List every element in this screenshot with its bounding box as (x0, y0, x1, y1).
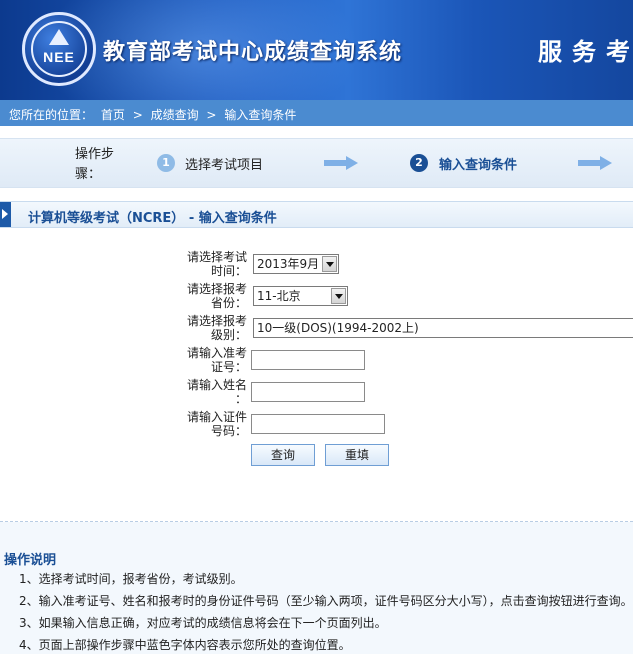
breadcrumb-current: 输入查询条件 (224, 108, 297, 122)
steps-label: 操作步骤： (75, 147, 115, 182)
step-2-number-icon: 2 (410, 154, 428, 172)
reset-button[interactable]: 重填 (325, 444, 389, 466)
chevron-down-icon[interactable] (331, 288, 346, 304)
breadcrumb-score-query-link[interactable]: 成绩查询 (151, 108, 199, 122)
level-label: 请选择报考 级别： (186, 314, 247, 342)
exam-time-label: 请选择考试 时间： (186, 250, 247, 278)
ticket-no-input[interactable] (251, 350, 365, 370)
step-1-label: 选择考试项目 (185, 158, 264, 173)
logo-text: NEE (43, 49, 75, 65)
breadcrumb-home-link[interactable]: 首页 (101, 108, 125, 122)
ticket-no-label: 请输入准考 证号： (186, 346, 247, 374)
instruction-item: 3、如果输入信息正确，对应考试的成绩信息将会在下一个页面列出。 (19, 616, 387, 630)
steps-bar: 操作步骤： 1 选择考试项目 2 输入查询条件 (0, 138, 633, 188)
level-select[interactable]: 10一级(DOS)(1994-2002上) (253, 318, 633, 338)
site-title: 教育部考试中心成绩查询系统 (103, 40, 403, 65)
level-value: 10一级(DOS)(1994-2002上) (257, 321, 419, 335)
step-1-number-icon: 1 (157, 154, 175, 172)
step-2-label: 输入查询条件 (439, 158, 518, 173)
name-input[interactable] (251, 382, 365, 402)
exam-time-select[interactable]: 2013年9月 (253, 254, 339, 274)
breadcrumb: 您所在的位置： 首页 > 成绩查询 > 输入查询条件 (0, 100, 633, 126)
province-value: 11-北京 (257, 289, 301, 303)
instruction-item: 1、选择考试时间，报考省份，考试级别。 (19, 572, 243, 586)
logo-triangle-icon (49, 29, 69, 45)
nee-logo: NEE (22, 12, 96, 86)
instructions-title: 操作说明 (4, 553, 57, 568)
instruction-item: 4、页面上部操作步骤中蓝色字体内容表示您所处的查询位置。 (19, 638, 351, 652)
province-select[interactable]: 11-北京 (253, 286, 348, 306)
chevron-down-icon[interactable] (322, 256, 337, 272)
breadcrumb-prefix: 您所在的位置： (9, 108, 94, 122)
instructions-panel: 操作说明 1、选择考试时间，报考省份，考试级别。 2、输入准考证号、姓名和报考时… (0, 522, 633, 654)
breadcrumb-separator: > (132, 108, 143, 122)
province-label: 请选择报考 省份： (186, 282, 247, 310)
header-banner: NEE 教育部考试中心成绩查询系统 服务考 (0, 0, 633, 100)
step-arrow-icon (324, 156, 358, 170)
name-label: 请输入姓名 ： (186, 378, 247, 406)
instruction-item: 2、输入准考证号、姓名和报考时的身份证件号码（至少输入两项，证件号码区分大小写）… (19, 594, 633, 608)
id-no-input[interactable] (251, 414, 385, 434)
service-text: 服务考 (538, 38, 633, 66)
step-arrow-icon (578, 156, 612, 170)
section-marker-icon (0, 202, 11, 227)
id-no-label: 请输入证件 号码： (186, 410, 247, 438)
breadcrumb-separator: > (206, 108, 217, 122)
section-title: 计算机等级考试（NCRE） - 输入查询条件 (28, 211, 277, 226)
query-button[interactable]: 查询 (251, 444, 315, 466)
section-header: 计算机等级考试（NCRE） - 输入查询条件 (0, 201, 633, 228)
exam-time-value: 2013年9月 (257, 257, 320, 271)
